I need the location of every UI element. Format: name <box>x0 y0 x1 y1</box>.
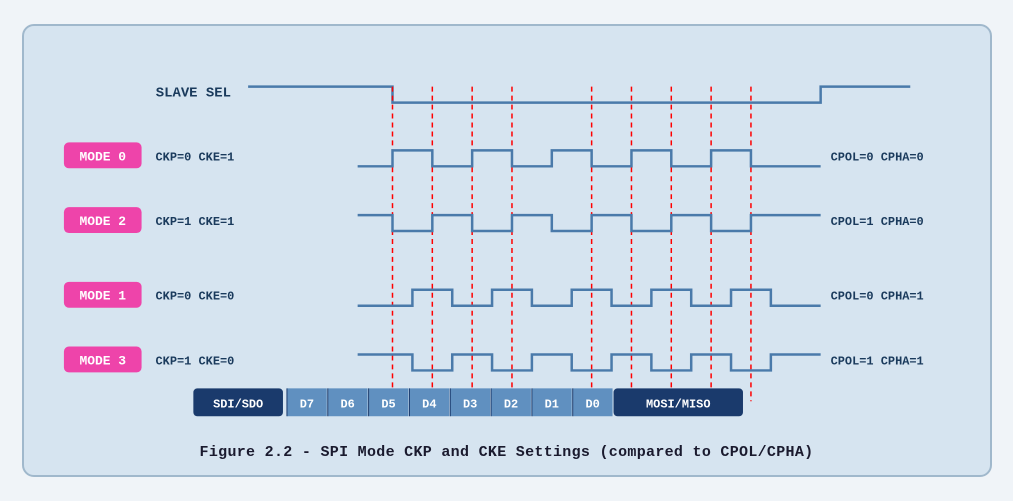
svg-text:D1: D1 <box>544 397 558 411</box>
svg-text:CPOL=0 CPHA=1: CPOL=0 CPHA=1 <box>830 290 923 304</box>
svg-text:CPOL=0 CPHA=0: CPOL=0 CPHA=0 <box>830 150 923 164</box>
diagram-container: text { font-family: 'Courier New', Couri… <box>22 24 992 477</box>
svg-text:MODE 3: MODE 3 <box>79 353 126 368</box>
svg-text:CKP=0 CKE=1: CKP=0 CKE=1 <box>155 150 234 164</box>
figure-caption: Figure 2.2 - SPI Mode CKP and CKE Settin… <box>44 444 970 461</box>
svg-text:CPOL=1 CPHA=1: CPOL=1 CPHA=1 <box>830 354 923 368</box>
svg-text:MODE 2: MODE 2 <box>79 214 126 229</box>
svg-text:MODE 0: MODE 0 <box>79 149 126 164</box>
svg-text:D5: D5 <box>381 397 395 411</box>
slave-sel-label: SLAVE SEL <box>155 86 230 102</box>
svg-text:D3: D3 <box>462 397 476 411</box>
svg-text:D2: D2 <box>503 397 517 411</box>
svg-text:D6: D6 <box>340 397 354 411</box>
timing-diagram: text { font-family: 'Courier New', Couri… <box>44 44 970 434</box>
svg-text:CPOL=1 CPHA=0: CPOL=1 CPHA=0 <box>830 215 923 229</box>
svg-text:D4: D4 <box>422 397 436 411</box>
svg-text:D0: D0 <box>585 397 599 411</box>
svg-text:D7: D7 <box>299 397 313 411</box>
svg-text:CKP=1 CKE=1: CKP=1 CKE=1 <box>155 215 234 229</box>
svg-text:SDI/SDO: SDI/SDO <box>213 397 263 411</box>
svg-text:MODE 1: MODE 1 <box>79 289 126 304</box>
svg-text:CKP=1 CKE=0: CKP=1 CKE=0 <box>155 354 234 368</box>
svg-text:MOSI/MISO: MOSI/MISO <box>646 397 710 411</box>
svg-text:CKP=0 CKE=0: CKP=0 CKE=0 <box>155 290 234 304</box>
